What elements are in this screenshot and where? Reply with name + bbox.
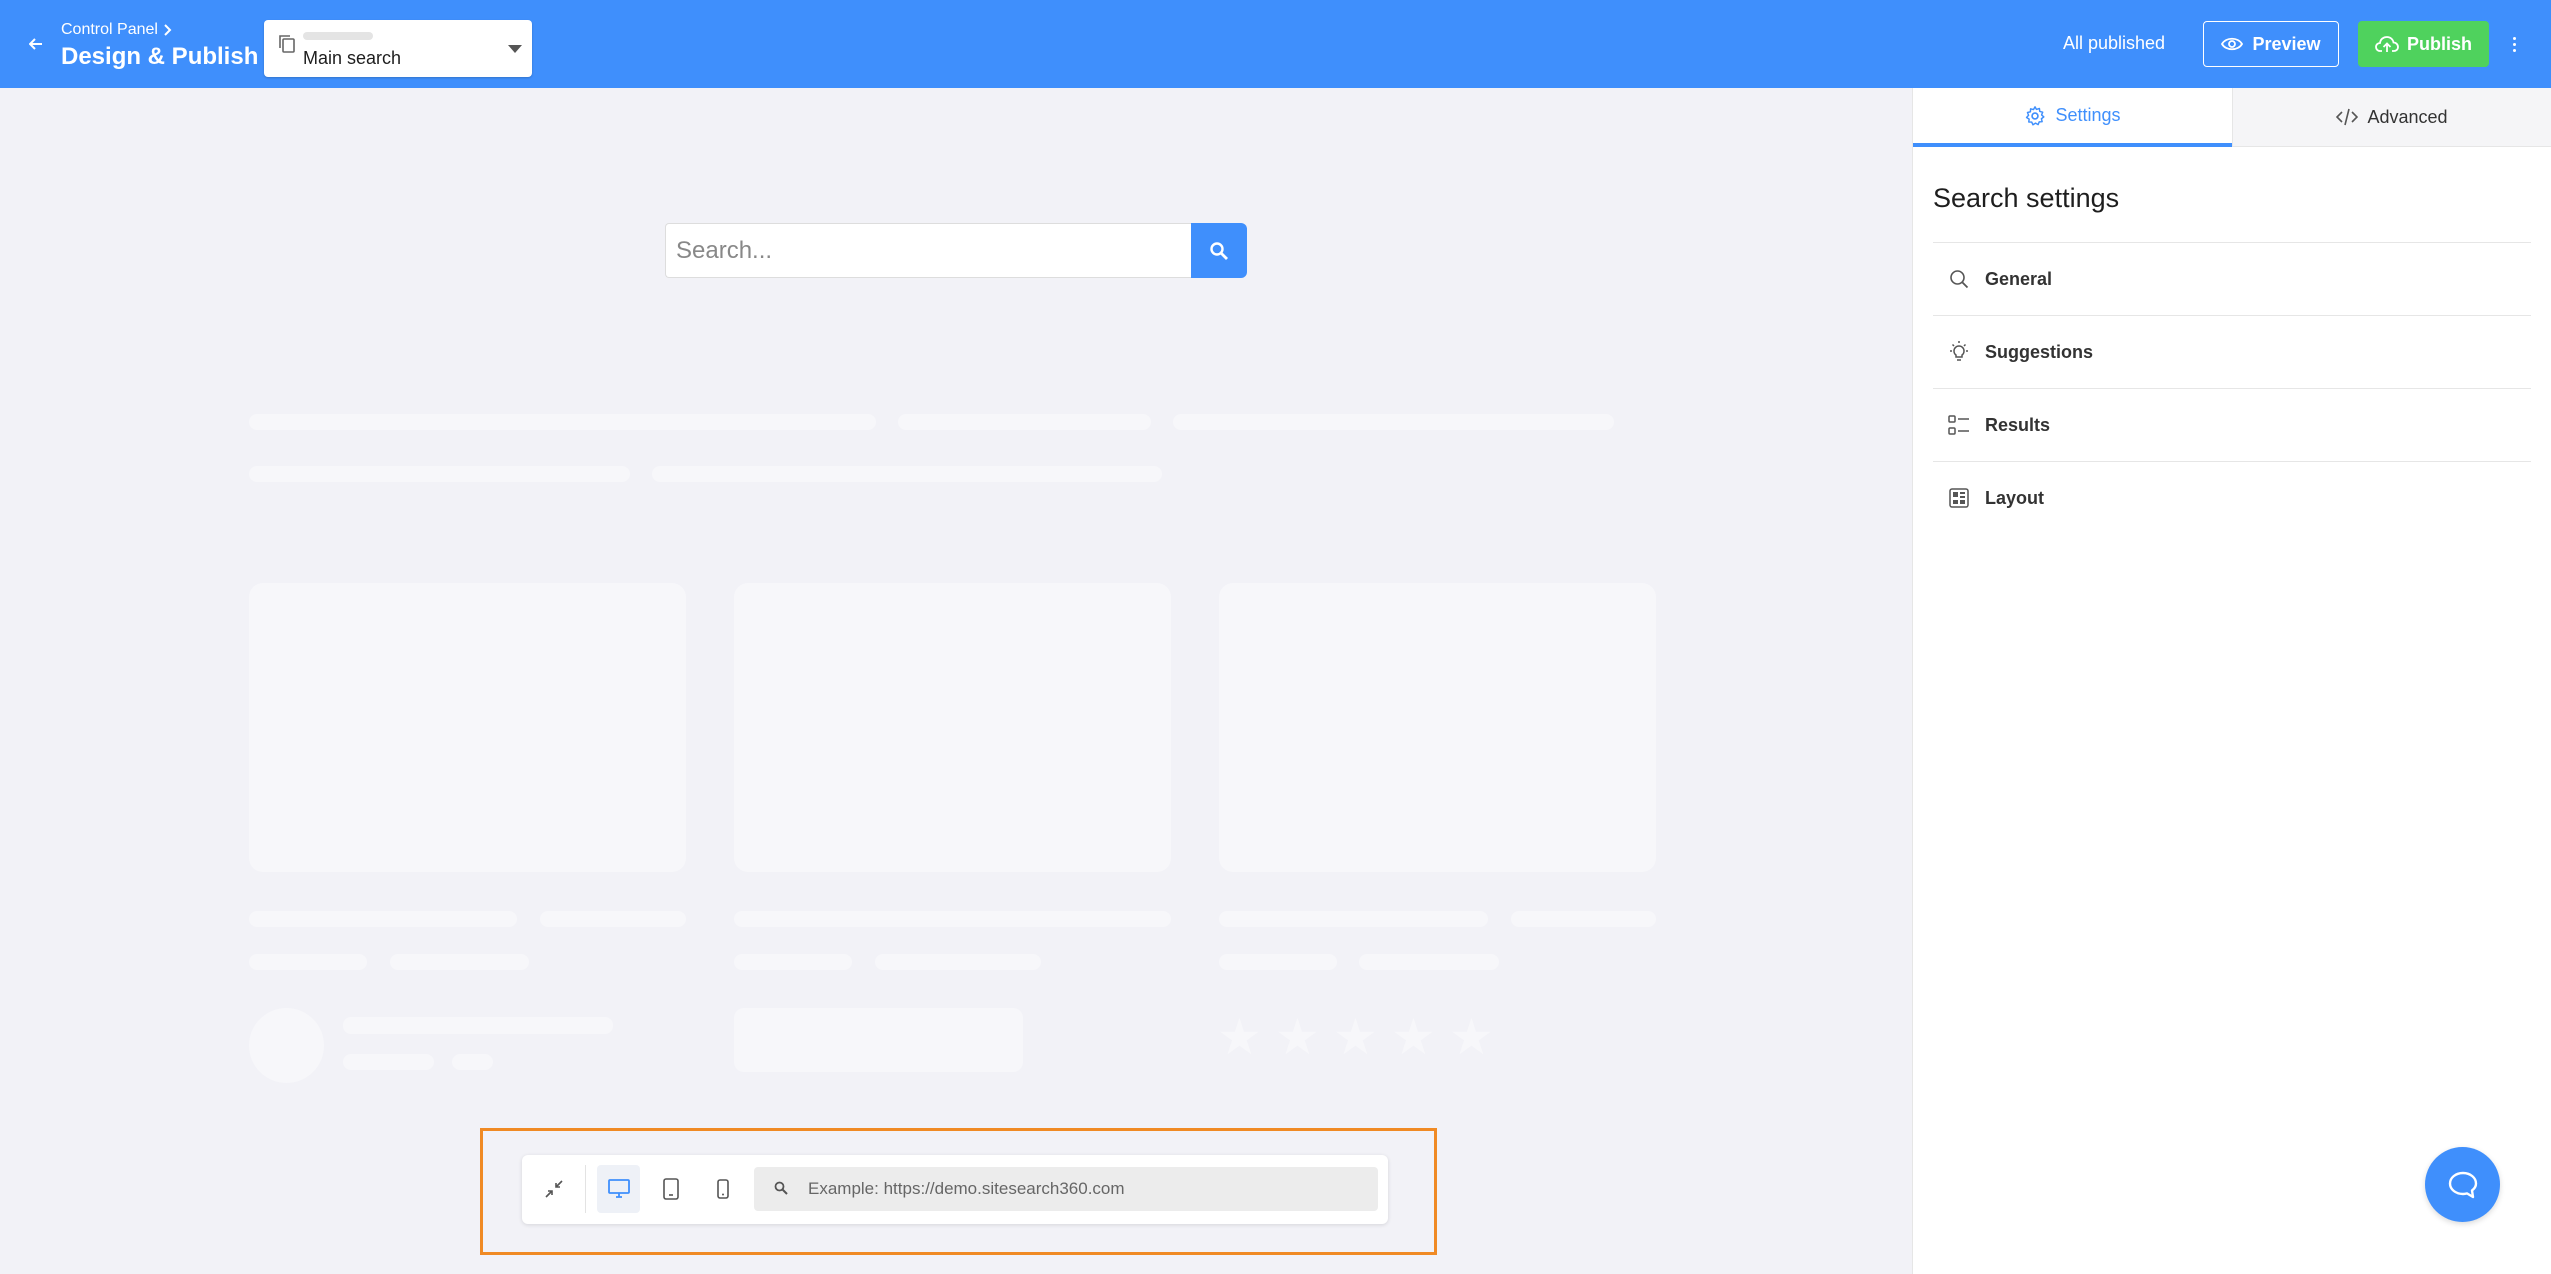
skeleton-line (390, 954, 529, 970)
skeleton-button (734, 1008, 1023, 1072)
skeleton-line (734, 954, 852, 970)
tab-advanced-label: Advanced (2367, 106, 2448, 127)
collapse-button[interactable] (532, 1165, 575, 1213)
skeleton-avatar (249, 1008, 324, 1083)
page-title: Design & Publish (61, 43, 259, 70)
mobile-icon (716, 1179, 729, 1199)
chat-bubble-icon (2448, 1171, 2477, 1198)
tab-settings[interactable]: Settings (1913, 88, 2232, 147)
device-toolbar (522, 1155, 1388, 1224)
search-icon (1950, 270, 1969, 289)
desktop-icon (607, 1179, 630, 1198)
skeleton-star-icon: ★ (1275, 1009, 1320, 1065)
copy-icon (279, 35, 295, 53)
skeleton-line (249, 466, 630, 482)
skeleton-line (1511, 911, 1656, 927)
skeleton-line (652, 466, 1162, 482)
skeleton-star-icon: ★ (1449, 1009, 1494, 1065)
preview-search-input[interactable] (665, 223, 1191, 278)
cloud-upload-icon (2375, 36, 2399, 52)
skeleton-card (249, 583, 686, 872)
skeleton-star-icon: ★ (1217, 1009, 1262, 1065)
section-general-label: General (1985, 268, 2053, 289)
preview-url-field[interactable] (754, 1167, 1378, 1211)
skeleton-line (249, 414, 876, 430)
eye-icon (2221, 37, 2244, 51)
panel-tabs: Settings Advanced (1913, 88, 2551, 147)
publish-status: All published (2063, 33, 2166, 53)
breadcrumb[interactable]: Control Panel (61, 20, 258, 40)
panel-title: Search settings (1933, 183, 2120, 213)
settings-panel: Settings Advanced Search settings Genera… (1912, 88, 2551, 1274)
section-general[interactable]: General (1933, 242, 2531, 315)
search-selector-value: Main search (303, 48, 402, 68)
chevron-right-icon (164, 24, 172, 36)
layout-icon (1949, 488, 1969, 508)
preview-url-input[interactable] (808, 1167, 1368, 1211)
gear-icon (2026, 105, 2046, 126)
publish-label: Publish (2406, 33, 2472, 54)
publish-button[interactable]: Publish (2358, 21, 2489, 67)
section-results-label: Results (1985, 414, 2051, 435)
skeleton-line (1219, 911, 1488, 927)
preview-button[interactable]: Preview (2203, 21, 2339, 67)
skeleton-card (1219, 583, 1656, 872)
back-arrow-icon[interactable] (24, 30, 48, 58)
breadcrumb-control-panel[interactable]: Control Panel (61, 20, 158, 40)
section-layout-label: Layout (1985, 487, 2045, 508)
preview-search-box (665, 223, 1247, 278)
search-selector-subtitle-placeholder (303, 32, 373, 40)
skeleton-line (1173, 414, 1614, 430)
toolbar-divider (585, 1165, 586, 1213)
page-titles: Control Panel Design & Publish (61, 20, 258, 74)
tablet-icon (662, 1178, 679, 1200)
search-selector-dropdown[interactable]: Main search (264, 20, 532, 77)
skeleton-line (1219, 954, 1337, 970)
top-header: Control Panel Design & Publish Main sear… (0, 0, 2551, 88)
tab-advanced[interactable]: Advanced (2232, 88, 2551, 147)
skeleton-card (734, 583, 1171, 872)
search-icon (1210, 241, 1228, 260)
skeleton-line (249, 911, 517, 927)
collapse-icon (544, 1180, 563, 1198)
preview-label: Preview (2252, 33, 2321, 54)
skeleton-line (875, 954, 1041, 970)
more-options-icon[interactable] (2506, 30, 2522, 58)
skeleton-line (452, 1054, 493, 1070)
skeleton-line (249, 954, 367, 970)
section-suggestions[interactable]: Suggestions (1933, 315, 2531, 388)
skeleton-line (540, 911, 686, 927)
settings-section-list: General Suggestions Results Layout (1933, 242, 2531, 534)
caret-down-icon (508, 45, 522, 53)
section-suggestions-label: Suggestions (1985, 341, 2094, 362)
search-icon (774, 1181, 788, 1195)
preview-search-button[interactable] (1191, 223, 1247, 278)
tablet-view-button[interactable] (649, 1165, 692, 1213)
list-icon (1948, 415, 1969, 435)
skeleton-line (898, 414, 1151, 430)
preview-canvas: ★ ★ ★ ★ ★ (0, 88, 1912, 1274)
skeleton-line (343, 1054, 434, 1070)
code-icon (2336, 108, 2359, 126)
skeleton-line (343, 1017, 613, 1034)
chat-support-button[interactable] (2425, 1147, 2500, 1222)
mobile-view-button[interactable] (701, 1165, 744, 1213)
section-layout[interactable]: Layout (1933, 461, 2531, 534)
desktop-view-button[interactable] (597, 1165, 640, 1213)
tab-settings-label: Settings (2055, 105, 2121, 125)
skeleton-star-icon: ★ (1391, 1009, 1436, 1065)
skeleton-star-icon: ★ (1333, 1009, 1378, 1065)
skeleton-line (1359, 954, 1499, 970)
lightbulb-icon (1950, 341, 1968, 361)
skeleton-line (734, 911, 1171, 927)
section-results[interactable]: Results (1933, 388, 2531, 461)
